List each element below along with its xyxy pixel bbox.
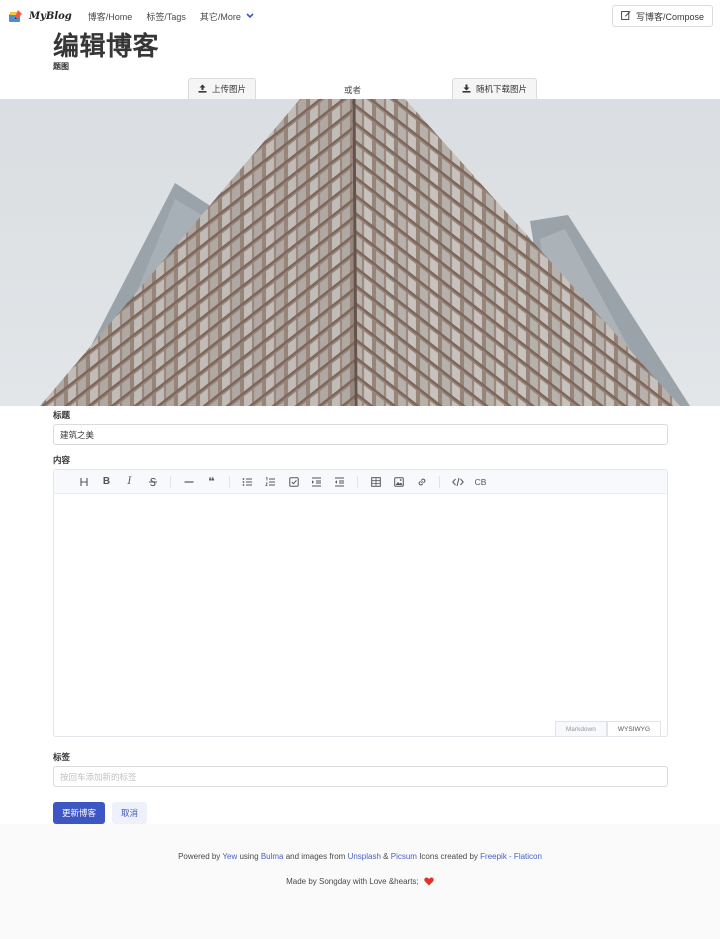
footer-credits: Powered by Yew using Bulma and images fr… [0,852,720,861]
mode-tab-wysiwyg[interactable]: WYSIWYG [606,721,661,736]
upload-image-label: 上传图片 [212,84,247,94]
nav-home[interactable]: 博客/Home [88,10,133,23]
nav-more-label: 其它/More [199,11,241,22]
cover-label: 题图 [53,62,69,71]
strike-icon[interactable] [141,472,164,492]
markdown-editor: B I ❝ CB Markdown WYSIWYG [53,469,668,737]
unsplash-link[interactable]: Unsplash [348,852,381,861]
nav-tags[interactable]: 标签/Tags [146,10,186,23]
brand-name: MyBlog [29,10,72,22]
cancel-button[interactable]: 取消 [112,802,147,824]
italic-icon[interactable]: I [118,472,141,492]
footer-powered-text: Powered by [178,852,221,861]
footer: Powered by Yew using Bulma and images fr… [0,824,720,939]
footer-made-by: Made by Songday with Love &hearts; [0,877,720,886]
or-text: 或者 [344,85,362,95]
content-label: 内容 [53,455,71,465]
cover-image [0,99,720,406]
editor-content-area[interactable] [54,495,667,720]
random-image-button[interactable]: 随机下载图片 [452,78,538,99]
page-title: 编辑博客 [53,31,160,61]
heart-icon [424,877,434,886]
picsum-link[interactable]: Picsum [391,852,417,861]
update-blog-button[interactable]: 更新博客 [53,802,105,824]
task-list-icon[interactable] [282,472,305,492]
bold-icon[interactable]: B [95,472,118,492]
editor-mode-tabs: Markdown WYSIWYG [554,721,661,736]
download-icon [462,84,471,95]
compose-button[interactable]: 写博客/Compose [611,5,713,27]
outdent-icon[interactable] [328,472,351,492]
upload-image-button[interactable]: 上传图片 [188,78,257,99]
code-icon[interactable] [446,472,469,492]
made-by-text: Made by Songday with Love &hearts; [286,877,419,886]
indent-icon[interactable] [305,472,328,492]
footer-using-text: using [239,852,259,861]
footer-amp-text: & [383,852,389,861]
table-icon[interactable] [364,472,387,492]
toolbar-divider [439,475,440,488]
title-label: 标题 [53,410,71,420]
random-image-label: 随机下载图片 [476,84,528,94]
nav-more[interactable]: 其它/More [200,10,254,23]
bullet-list-icon[interactable] [236,472,259,492]
image-icon[interactable] [387,472,410,492]
blog-logo-icon [8,8,24,24]
link-icon[interactable] [410,472,433,492]
toolbar-divider [170,475,171,488]
heading-icon[interactable] [72,472,95,492]
footer-images-text: and images from [285,852,346,861]
title-input[interactable]: 建筑之美 [53,424,668,445]
editor-toolbar: B I ❝ CB [54,470,667,494]
edit-icon [621,10,631,23]
hr-icon[interactable] [177,472,200,492]
quote-icon[interactable]: ❝ [200,472,223,492]
codeblock-icon[interactable]: CB [469,472,492,492]
compose-label: 写博客/Compose [635,11,704,22]
yew-link[interactable]: Yew [222,852,237,861]
toolbar-divider [229,475,230,488]
footer-icons-text: Icons created by [419,852,478,861]
tags-input[interactable]: 按回车添加新的标签 [53,766,668,787]
chevron-down-icon [246,12,254,21]
toolbar-divider [357,475,358,488]
mode-tab-markdown[interactable]: Markdown [554,721,607,736]
bulma-link[interactable]: Bulma [261,852,284,861]
freepik-link[interactable]: Freepik - Flaticon [480,852,542,861]
upload-icon [198,84,207,95]
navbar: MyBlog 博客/Home 标签/Tags 其它/More 写博客/Compo… [0,0,720,32]
tags-label: 标签 [53,752,71,762]
brand[interactable]: MyBlog [8,8,72,24]
ordered-list-icon[interactable] [259,472,282,492]
